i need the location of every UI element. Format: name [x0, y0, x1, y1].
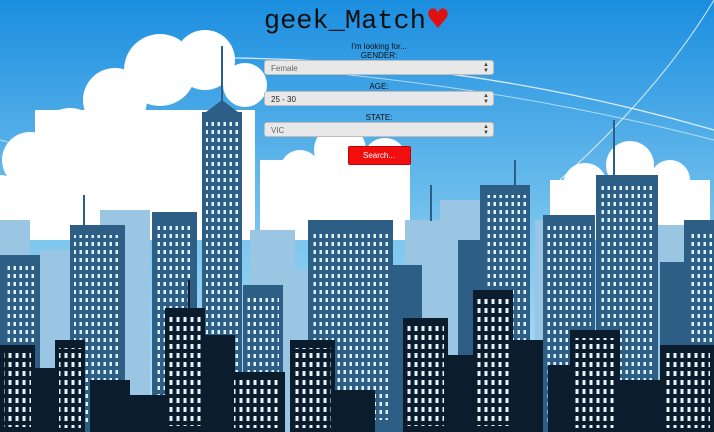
state-select[interactable]: VIC ▲ ▼: [264, 122, 494, 137]
search-form: I'm looking for... GENDER: Female ▲ ▼ AGE…: [263, 42, 495, 165]
select-arrows-icon: ▲ ▼: [483, 62, 489, 74]
age-select[interactable]: 25 - 30 ▲ ▼: [264, 91, 494, 106]
gender-select-value: Female: [271, 64, 298, 73]
select-arrows-icon: ▲ ▼: [483, 124, 489, 136]
search-button[interactable]: Search...: [347, 146, 411, 165]
app-title-text: geek_Match: [263, 7, 426, 37]
looking-for-label: I'm looking for...: [351, 42, 407, 51]
select-arrows-icon: ▲ ▼: [483, 93, 489, 105]
gender-select[interactable]: Female ▲ ▼: [264, 60, 494, 75]
heart-icon: ♥: [425, 4, 451, 35]
state-select-value: VIC: [271, 126, 285, 135]
age-label: AGE:: [369, 82, 389, 91]
state-label: STATE:: [365, 113, 393, 122]
app-title: geek_Match♥: [0, 4, 714, 37]
gender-label: GENDER:: [360, 51, 398, 60]
age-select-value: 25 - 30: [271, 95, 296, 104]
